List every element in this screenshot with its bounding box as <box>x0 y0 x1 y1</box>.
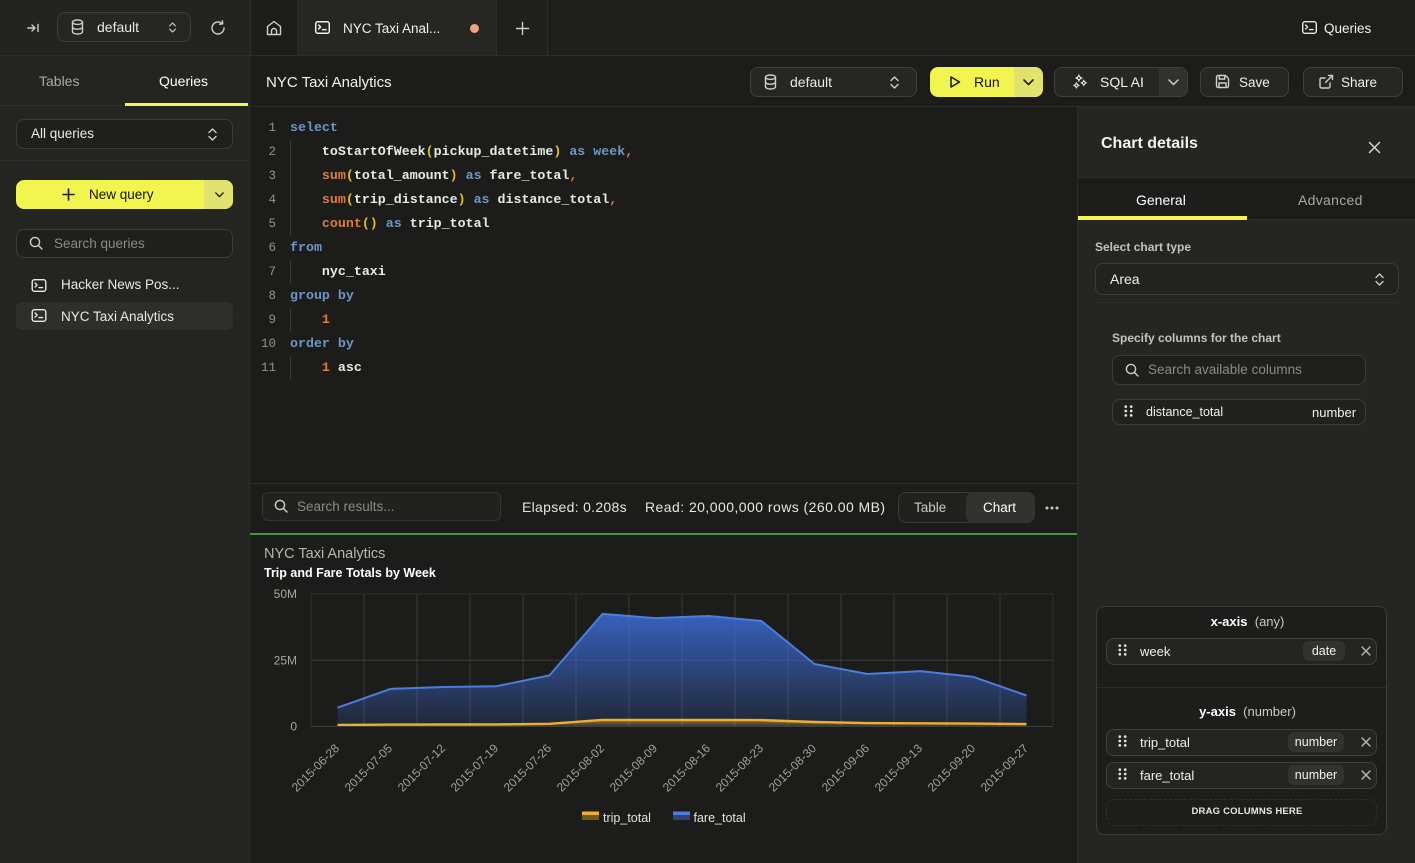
svg-text:2015-09-20: 2015-09-20 <box>925 741 979 795</box>
svg-text:2015-09-27: 2015-09-27 <box>978 741 1032 795</box>
svg-text:2015-08-16: 2015-08-16 <box>660 741 714 795</box>
svg-text:2015-08-02: 2015-08-02 <box>554 741 608 795</box>
svg-text:2015-08-23: 2015-08-23 <box>713 741 767 795</box>
svg-text:2015-06-28: 2015-06-28 <box>289 741 343 795</box>
svg-text:2015-09-06: 2015-09-06 <box>819 741 873 795</box>
svg-text:2015-09-13: 2015-09-13 <box>872 741 926 795</box>
svg-text:trip_total: trip_total <box>603 811 651 825</box>
svg-text:2015-08-30: 2015-08-30 <box>766 741 820 795</box>
svg-text:fare_total: fare_total <box>694 811 746 825</box>
svg-text:50M: 50M <box>274 587 297 601</box>
svg-text:2015-07-19: 2015-07-19 <box>448 741 502 795</box>
svg-text:2015-07-12: 2015-07-12 <box>395 741 449 795</box>
svg-text:0: 0 <box>290 720 297 734</box>
svg-text:2015-07-05: 2015-07-05 <box>342 741 396 795</box>
svg-text:25M: 25M <box>274 654 297 668</box>
svg-text:2015-07-26: 2015-07-26 <box>501 741 555 795</box>
svg-text:2015-08-09: 2015-08-09 <box>607 741 661 795</box>
